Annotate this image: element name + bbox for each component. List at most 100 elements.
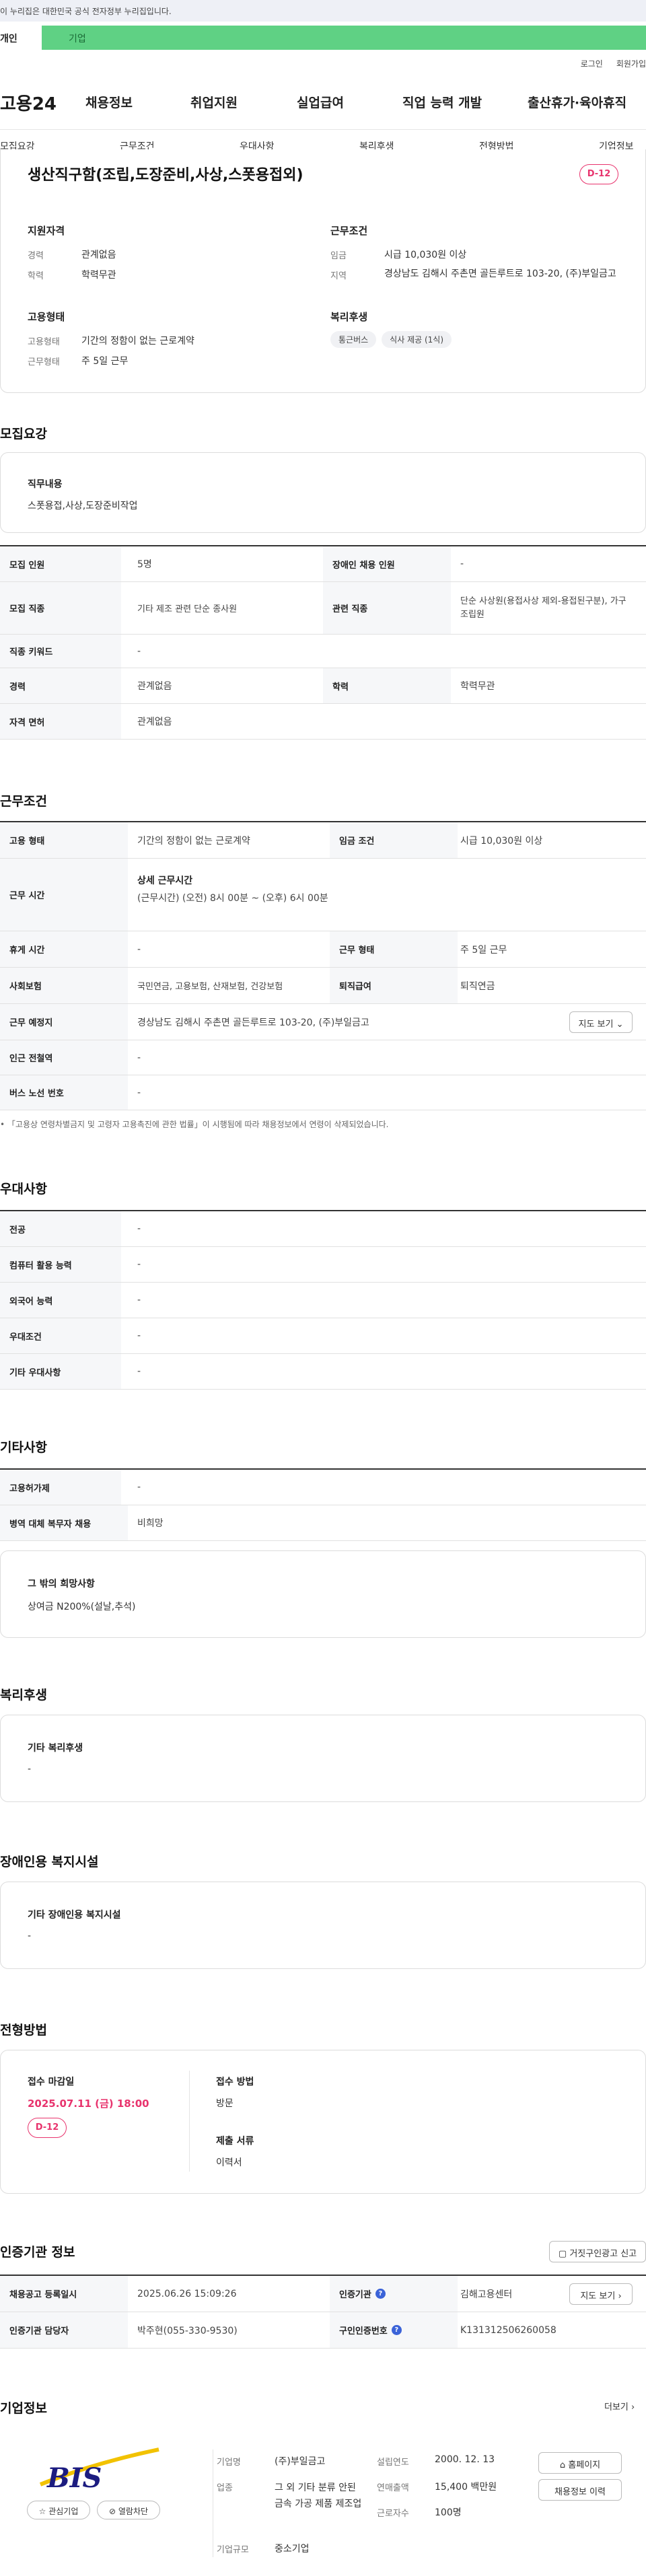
nav-item-jobs[interactable]: 채용정보 <box>85 93 133 111</box>
block-view-button[interactable]: ⊘ 열람차단 <box>97 2501 160 2519</box>
job-history-button[interactable]: 채용정보 이력 <box>538 2479 622 2501</box>
benefits-section-title: 복리후생 <box>0 1688 47 1703</box>
table-cell-key: 인근 전철역 <box>0 1040 128 1075</box>
dday-badge: D-12 <box>579 164 618 184</box>
preference-section-title: 우대사항 <box>0 1182 47 1196</box>
table-cell-value: - <box>137 1223 141 1234</box>
table-cell-value: K131312506260058 <box>460 2324 557 2336</box>
table-cell-value: 기간의 정함이 없는 근로계약 <box>137 835 250 847</box>
table-row: 기타 우대사항 - <box>0 1354 646 1390</box>
table-cell-value: - <box>137 1259 141 1270</box>
employment-heading: 고용형태 <box>28 311 65 323</box>
wage-label: 임금 <box>330 251 347 261</box>
table-row: 휴게 시간 - 근무 형태 주 5일 근무 <box>0 931 646 968</box>
selection-section-title: 전형방법 <box>0 2023 47 2038</box>
table-row: 모집 인원 5명 장애인 채용 인원 - <box>0 546 646 582</box>
interest-company-button[interactable]: ☆ 관심기업 <box>27 2501 90 2519</box>
home-icon: ⌂ <box>559 2460 566 2470</box>
table-row: 근무 시간 상세 근무시간 (근무시간) (오전) 8시 00분 ~ (오후) … <box>0 859 646 931</box>
agency-map-button[interactable]: 지도 보기 › <box>569 2283 633 2305</box>
table-cell-key: 장애인 채용 인원 <box>323 546 451 581</box>
conditions-heading: 근무조건 <box>330 225 368 237</box>
table-row: 인증기관 담당자 박주현(055-330-9530) 구인인증번호? K1313… <box>0 2312 646 2349</box>
table-row: 병역 대체 복무자 채용 비희망 <box>0 1505 646 1541</box>
table-cell-value: 경상남도 김해시 주촌면 골든루트로 103-20, (주)부일금고 <box>137 1017 369 1028</box>
table-cell-key: 인증기관 담당자 <box>0 2312 128 2348</box>
disability-label: 기타 장애인용 복지시설 <box>28 1910 121 1921</box>
note-bullet: • <box>0 1120 7 1129</box>
table-cell-key: 기타 우대사항 <box>0 1354 121 1389</box>
table-cell-key: 모집 인원 <box>0 546 121 581</box>
disability-value: - <box>28 1931 32 1941</box>
user-type-tabs: 개인 기업 <box>0 26 646 50</box>
tab-company[interactable]: 기업 <box>42 26 646 50</box>
table-cell-value: 퇴직연금 <box>460 980 495 992</box>
company-name-value: (주)부일금고 <box>275 2456 326 2467</box>
nav-item-vocational-training[interactable]: 직업 능력 개발 <box>402 93 482 111</box>
signup-link[interactable]: 회원가입 <box>616 59 646 69</box>
founded-label: 설립연도 <box>377 2458 409 2468</box>
other-wish-card: 그 밖의 희망사항 상여금 N200%(설날,추석) <box>0 1550 646 1638</box>
benefits-value: - <box>28 1764 32 1775</box>
qualification-heading: 지원자격 <box>28 225 65 237</box>
nav-item-unemployment-benefit[interactable]: 실업급여 <box>297 93 344 111</box>
table-row: 컴퓨터 활용 능력 - <box>0 1247 646 1283</box>
docs-value: 이력서 <box>216 2157 242 2168</box>
info-icon[interactable]: ? <box>391 2325 402 2335</box>
disability-card: 기타 장애인용 복지시설 - <box>0 1882 646 1969</box>
table-cell-key: 임금 조건 <box>330 822 458 858</box>
employees-value: 100명 <box>435 2507 462 2518</box>
table-cell-key: 근무 형태 <box>330 931 458 967</box>
agency-table: 채용공고 등록일시 2025.06.26 15:09:26 인증기관? 김해고용… <box>0 2275 646 2349</box>
star-icon: ☆ <box>38 2507 46 2516</box>
table-cell-key: 자격 면허 <box>0 704 121 739</box>
table-cell-value: 학력무관 <box>460 681 495 692</box>
company-more-link[interactable]: 더보기 › <box>604 2400 635 2412</box>
table-cell-key: 외국어 능력 <box>0 1283 121 1318</box>
table-row: 버스 노선 번호 - <box>0 1075 646 1110</box>
benefits-card: 기타 복리후생 - <box>0 1715 646 1802</box>
nav-item-parental-leave[interactable]: 출산휴가·육아휴직 <box>528 93 626 111</box>
chip-commute-bus: 통근버스 <box>330 331 377 348</box>
tab-personal[interactable]: 개인 <box>0 26 42 50</box>
duty-card: 직무내용 스폿용접,사상,도장준비작업 <box>0 452 646 533</box>
table-cell-value: - <box>137 645 141 657</box>
table-cell-key: 직종 키워드 <box>0 635 121 668</box>
table-cell-value: - <box>137 1366 141 1377</box>
table-cell-value: 2025.06.26 15:09:26 <box>137 2288 237 2299</box>
homepage-button[interactable]: ⌂ 홈페이지 <box>538 2452 622 2474</box>
duty-value: 스폿용접,사상,도장준비작업 <box>28 501 138 511</box>
job-summary-card: 생산직구함(조립,도장준비,사상,스폿용접외) D-12 지원자격 경력 관계없… <box>0 149 646 393</box>
table-row: 고용허가제 - <box>0 1470 646 1505</box>
table-cell-key: 채용공고 등록일시 <box>0 2276 128 2312</box>
nav-item-employment-support[interactable]: 취업지원 <box>190 93 238 111</box>
table-cell-key: 학력 <box>323 668 451 703</box>
table-cell-key: 구인인증번호? <box>330 2312 458 2348</box>
table-cell-value: - <box>137 1087 141 1098</box>
revenue-value: 15,400 백만원 <box>435 2482 497 2493</box>
table-row: 모집 직종 기타 제조 관련 단순 종사원 관련 직종 단순 사상원(용접사상 … <box>0 582 646 635</box>
login-link[interactable]: 로그인 <box>581 59 603 69</box>
map-view-button[interactable]: 지도 보기 ⌄ <box>569 1011 633 1033</box>
table-cell-key: 사회보험 <box>0 968 128 1003</box>
employment-type-value: 기간의 정함이 없는 근로계약 <box>81 336 194 347</box>
table-cell-key: 관련 직종 <box>323 582 451 634</box>
table-row: 채용공고 등록일시 2025.06.26 15:09:26 인증기관? 김해고용… <box>0 2276 646 2312</box>
recruit-section-title: 모집요강 <box>0 427 47 441</box>
wage-value: 시급 10,030원 이상 <box>384 250 467 260</box>
career-label: 경력 <box>28 251 44 261</box>
table-cell-value: - <box>137 1052 141 1063</box>
table-cell-value: 단순 사상원(용접사상 제외-용접된구분), 가구 조립원 <box>460 596 626 620</box>
site-logo[interactable]: 고용24 <box>0 90 57 115</box>
table-row: 인근 전철역 - <box>0 1040 646 1075</box>
top-links: 로그인 회원가입 <box>567 58 646 69</box>
report-false-ad-button[interactable]: ▢ 거짓구인광고 신고 <box>549 2241 646 2262</box>
table-cell-value: 관계없음 <box>137 717 172 727</box>
deadline-value: 2025.07.11 (금) 18:00 <box>28 2098 149 2110</box>
table-cell-value: 시급 10,030원 이상 <box>460 835 543 847</box>
info-icon[interactable]: ? <box>375 2289 386 2299</box>
deadline-label: 접수 마감일 <box>28 2077 75 2087</box>
recruit-table: 모집 인원 5명 장애인 채용 인원 - 모집 직종 기타 제조 관련 단순 종… <box>0 545 646 740</box>
other-table: 고용허가제 - 병역 대체 복무자 채용 비희망 <box>0 1468 646 1541</box>
company-size-label: 기업규모 <box>217 2545 249 2555</box>
